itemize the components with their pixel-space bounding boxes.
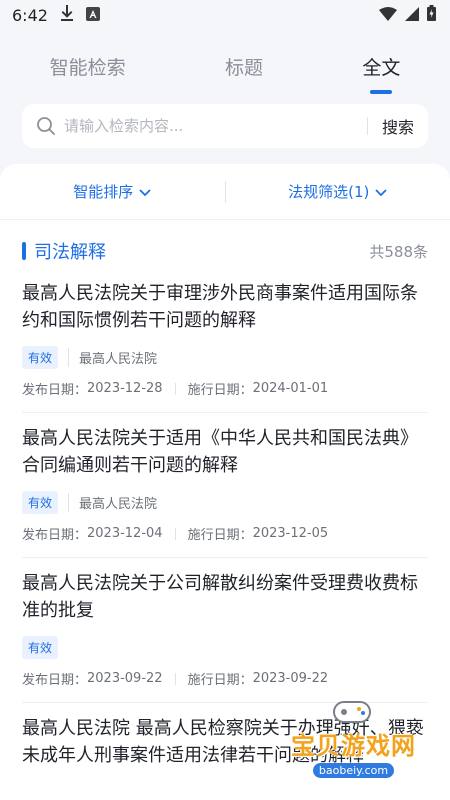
tab-full-text[interactable]: 全文 bbox=[352, 45, 410, 94]
publish-date: 2023-12-28 bbox=[87, 381, 163, 396]
publish-date-label: 发布日期： bbox=[22, 383, 88, 398]
wifi-icon bbox=[379, 6, 397, 25]
status-badge: 有效 bbox=[22, 346, 59, 369]
date-divider bbox=[174, 672, 176, 685]
battery-icon bbox=[427, 5, 436, 25]
watermark-text: 宝贝游戏网 bbox=[291, 732, 416, 760]
search-box: 搜索 bbox=[22, 104, 428, 148]
publish-date-label: 发布日期： bbox=[22, 673, 88, 688]
signal-icon bbox=[405, 6, 419, 25]
date-divider bbox=[174, 527, 176, 540]
item-issuer: 最高人民法院 bbox=[68, 348, 157, 367]
chevron-down-icon bbox=[375, 183, 388, 201]
effective-date: 2023-09-22 bbox=[252, 671, 329, 686]
tab-title[interactable]: 标题 bbox=[215, 45, 273, 88]
status-badge: 有效 bbox=[22, 491, 59, 514]
status-bar: 6:42 bbox=[0, 0, 450, 30]
regulation-filter-label: 法规筛选(1) bbox=[288, 183, 370, 201]
tab-smart-search[interactable]: 智能检索 bbox=[40, 45, 136, 88]
regulation-filter-dropdown[interactable]: 法规筛选(1) bbox=[226, 181, 450, 202]
result-list: 最高人民法院关于审理涉外民商事案件适用国际条约和国际惯例若干问题的解释 有效 最… bbox=[0, 268, 450, 783]
app-notification-icon bbox=[85, 6, 100, 25]
effective-date: 2024-01-01 bbox=[252, 381, 329, 396]
gamepad-logo-icon bbox=[332, 696, 372, 730]
item-title: 最高人民法院关于适用《中华人民共和国民法典》合同编通则若干问题的解释 bbox=[22, 428, 418, 476]
effective-date-label: 施行日期： bbox=[187, 673, 253, 688]
effective-date-label: 施行日期： bbox=[187, 383, 253, 398]
list-item[interactable]: 最高人民法院关于公司解散纠纷案件受理费收费标准的批复 有效 发布日期： 2023… bbox=[22, 558, 428, 703]
section-accent-bar bbox=[22, 242, 26, 260]
search-button[interactable]: 搜索 bbox=[382, 114, 414, 138]
result-count: 共588条 bbox=[369, 242, 428, 261]
download-icon bbox=[60, 5, 74, 25]
watermark-url: baobeiy.com bbox=[312, 763, 395, 778]
sort-label: 智能排序 bbox=[73, 183, 134, 201]
section-header: 司法解释 共588条 bbox=[0, 220, 450, 268]
item-title: 最高人民法院关于审理涉外民商事案件适用国际条约和国际惯例若干问题的解释 bbox=[22, 283, 418, 331]
item-issuer: 最高人民法院 bbox=[68, 493, 157, 512]
sort-dropdown[interactable]: 智能排序 bbox=[0, 181, 225, 202]
status-badge: 有效 bbox=[22, 636, 59, 659]
search-mode-tabs: 智能检索 标题 全文 bbox=[0, 30, 450, 98]
effective-date: 2023-12-05 bbox=[252, 526, 329, 541]
chevron-down-icon bbox=[139, 183, 151, 201]
section-title: 司法解释 bbox=[34, 242, 106, 263]
search-divider bbox=[366, 117, 368, 135]
list-item[interactable]: 最高人民法院关于适用《中华人民共和国民法典》合同编通则若干问题的解释 有效 最高… bbox=[22, 413, 428, 558]
publish-date: 2023-12-04 bbox=[87, 526, 163, 541]
watermark: 宝贝游戏网 baobeiy.com bbox=[291, 726, 416, 778]
item-title: 最高人民法院关于公司解散纠纷案件受理费收费标准的批复 bbox=[22, 573, 418, 621]
status-time: 6:42 bbox=[12, 5, 48, 25]
results-panel: 智能排序 法规筛选(1) 司法解释 共588条 最高人民法院关于审理涉外民商事案… bbox=[0, 164, 450, 800]
effective-date-label: 施行日期： bbox=[187, 528, 253, 543]
date-divider bbox=[174, 382, 176, 395]
filter-bar: 智能排序 法规筛选(1) bbox=[0, 164, 450, 220]
publish-date-label: 发布日期： bbox=[22, 528, 88, 543]
search-input[interactable] bbox=[64, 117, 353, 135]
list-item[interactable]: 最高人民法院关于审理涉外民商事案件适用国际条约和国际惯例若干问题的解释 有效 最… bbox=[22, 268, 428, 413]
search-icon bbox=[36, 116, 56, 136]
publish-date: 2023-09-22 bbox=[87, 671, 163, 686]
